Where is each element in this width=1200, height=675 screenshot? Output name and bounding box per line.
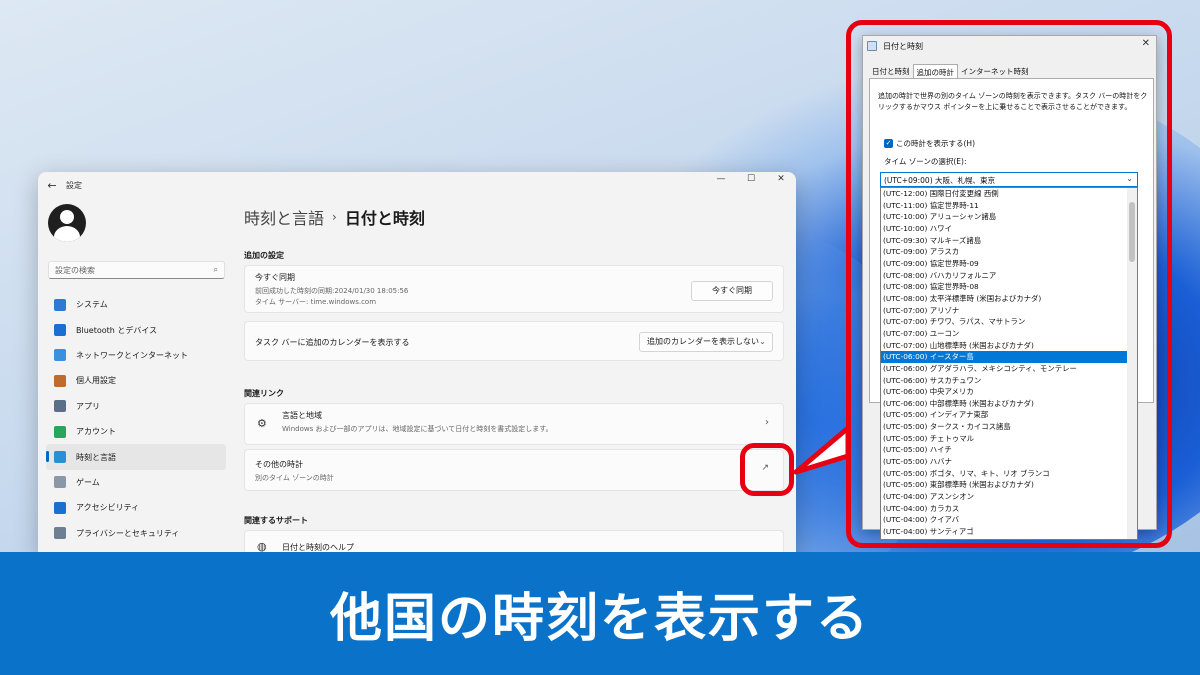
sidebar-item[interactable]: アプリ	[46, 394, 226, 419]
person-icon	[54, 425, 66, 438]
wifi-icon	[54, 349, 66, 362]
sidebar-item[interactable]: ゲーム	[46, 470, 226, 495]
sidebar-item-label: 個人用設定	[76, 376, 116, 386]
breadcrumb: 時刻と言語 › 日付と時刻	[244, 205, 425, 229]
other-clocks-card[interactable]: その他の時計 別のタイム ゾーンの時計 ↗	[244, 449, 784, 491]
sidebar-item-label: アプリ	[76, 401, 100, 411]
other-clocks-title: その他の時計	[255, 460, 303, 469]
sidebar-item-label: ゲーム	[76, 477, 100, 487]
highlight-circle-other-clocks	[740, 443, 794, 496]
region-link-title: 言語と地域	[282, 411, 322, 420]
search-placeholder: 設定の検索	[55, 266, 95, 275]
settings-search-input[interactable]: 設定の検索 ⌕	[48, 261, 225, 279]
sidebar-item-label: Bluetooth とデバイス	[76, 325, 158, 335]
sidebar-item[interactable]: Bluetooth とデバイス	[46, 317, 226, 342]
additional-settings-heading: 追加の設定	[244, 251, 284, 260]
callout-frame	[846, 20, 1172, 548]
breadcrumb-parent[interactable]: 時刻と言語	[244, 205, 324, 229]
sidebar-item-label: ネットワークとインターネット	[76, 350, 188, 360]
related-links-heading: 関連リンク	[244, 389, 284, 398]
sidebar-item[interactable]: システム	[46, 292, 226, 317]
close-icon[interactable]: ✕	[766, 172, 796, 188]
bluetooth-icon	[54, 324, 66, 337]
minimize-icon[interactable]: —	[706, 172, 736, 188]
window-title: 設定	[66, 180, 82, 190]
gamepad-icon	[54, 476, 66, 489]
sync-card: 今すぐ同期 前回成功した時刻の同期:2024/01/30 18:05:56 タイ…	[244, 265, 784, 313]
chevron-right-icon: ›	[765, 417, 769, 428]
accessibility-icon	[54, 501, 66, 514]
sync-now-button[interactable]: 今すぐ同期	[691, 281, 773, 301]
region-link-desc: Windows および一部のアプリは、地域設定に基づいて日付と時刻を書式設定しま…	[282, 425, 553, 433]
sidebar-item-label: システム	[76, 300, 108, 310]
apps-icon	[54, 400, 66, 413]
avatar[interactable]	[48, 204, 86, 242]
breadcrumb-separator: ›	[332, 210, 337, 224]
maximize-icon[interactable]: ☐	[736, 172, 766, 188]
sidebar-item-label: アカウント	[76, 427, 116, 437]
calendar-card: タスク バーに追加のカレンダーを表示する 追加のカレンダーを表示しない ⌄	[244, 321, 784, 361]
monitor-icon	[54, 298, 66, 311]
sidebar-item[interactable]: アカウント	[46, 419, 226, 444]
sidebar-nav: システム Bluetooth とデバイスネットワークとインターネット 個人用設定アプ…	[46, 292, 226, 546]
calendar-dropdown[interactable]: 追加のカレンダーを表示しない ⌄	[639, 332, 773, 352]
window-controls: — ☐ ✕	[706, 172, 796, 188]
sidebar-item[interactable]: 時刻と言語	[46, 444, 226, 470]
shield-icon	[54, 527, 66, 540]
related-support-heading: 関連するサポート	[244, 516, 308, 525]
back-arrow-icon[interactable]: ←	[38, 179, 66, 192]
calendar-label: タスク バーに追加のカレンダーを表示する	[255, 338, 410, 347]
other-clocks-desc: 別のタイム ゾーンの時計	[255, 474, 334, 482]
sidebar-item-label: アクセシビリティ	[76, 503, 140, 513]
brush-icon	[54, 374, 66, 387]
sidebar-item[interactable]: アクセシビリティ	[46, 495, 226, 520]
caption-banner: 他国の時刻を表示する	[0, 552, 1200, 675]
settings-titlebar: ← 設定	[38, 172, 796, 198]
chevron-down-icon: ⌄	[759, 337, 766, 346]
sidebar-item[interactable]: ネットワークとインターネット	[46, 343, 226, 368]
search-icon: ⌕	[213, 265, 218, 274]
region-link-card[interactable]: ⚙ 言語と地域 Windows および一部のアプリは、地域設定に基づいて日付と時…	[244, 403, 784, 445]
sidebar-item-label: プライバシーとセキュリティ	[76, 528, 180, 538]
page-title: 日付と時刻	[344, 209, 425, 228]
sidebar-item[interactable]: プライバシーとセキュリティ	[46, 521, 226, 546]
sidebar-item-label: 時刻と言語	[76, 452, 116, 462]
calendar-dropdown-value: 追加のカレンダーを表示しない	[647, 337, 759, 346]
language-region-icon: ⚙	[257, 417, 267, 430]
sidebar-item[interactable]: 個人用設定	[46, 368, 226, 393]
settings-window: ← 設定 — ☐ ✕ 設定の検索 ⌕ システム Bluetooth とデバイスネッ…	[38, 172, 796, 557]
globe-clock-icon	[54, 451, 66, 464]
